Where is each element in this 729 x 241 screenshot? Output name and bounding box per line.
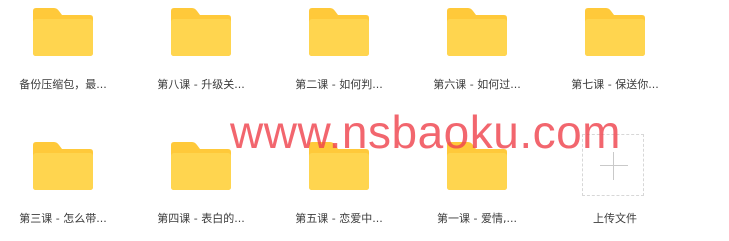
folder-item[interactable]: 第一课 - 爱情,...: [418, 134, 530, 241]
folder-item[interactable]: 第六课 - 如何过...: [418, 0, 530, 110]
upload-file-button[interactable]: 上传文件: [556, 134, 668, 241]
folder-icon: [32, 140, 94, 190]
folder-icon: [308, 140, 370, 190]
folder-item[interactable]: 第二课 - 如何判...: [280, 0, 392, 110]
folder-name[interactable]: 第七课 - 保送你...: [556, 78, 674, 92]
folder-item[interactable]: 第三课 - 怎么带...: [4, 134, 116, 241]
folder-item[interactable]: 第四课 - 表白的...: [142, 134, 254, 241]
folder-name[interactable]: 备份压缩包，最...: [4, 78, 122, 92]
upload-label[interactable]: 上传文件: [556, 212, 674, 226]
folder-item[interactable]: 第七课 - 保送你...: [556, 0, 668, 110]
folder-name[interactable]: 第一课 - 爱情,...: [418, 212, 536, 226]
folder-icon: [446, 6, 508, 56]
folder-name[interactable]: 第六课 - 如何过...: [418, 78, 536, 92]
folder-name[interactable]: 第四课 - 表白的...: [142, 212, 260, 226]
upload-dropzone[interactable]: [582, 134, 644, 196]
file-grid: 备份压缩包，最... 第八课 - 升级关... 第二课 - 如何判... 第六课: [0, 0, 729, 241]
folder-name[interactable]: 第二课 - 如何判...: [280, 78, 398, 92]
folder-item[interactable]: 备份压缩包，最...: [4, 0, 116, 110]
folder-item[interactable]: 第五课 - 恋爱中...: [280, 134, 392, 241]
folder-icon: [32, 6, 94, 56]
folder-icon: [170, 140, 232, 190]
plus-icon: [613, 152, 614, 180]
folder-name[interactable]: 第三课 - 怎么带...: [4, 212, 122, 226]
folder-icon: [170, 6, 232, 56]
folder-item[interactable]: 第八课 - 升级关...: [142, 0, 254, 110]
folder-name[interactable]: 第五课 - 恋爱中...: [280, 212, 398, 226]
folder-icon: [308, 6, 370, 56]
folder-icon: [584, 6, 646, 56]
folder-icon: [446, 140, 508, 190]
plus-icon: [600, 165, 628, 166]
folder-name[interactable]: 第八课 - 升级关...: [142, 78, 260, 92]
